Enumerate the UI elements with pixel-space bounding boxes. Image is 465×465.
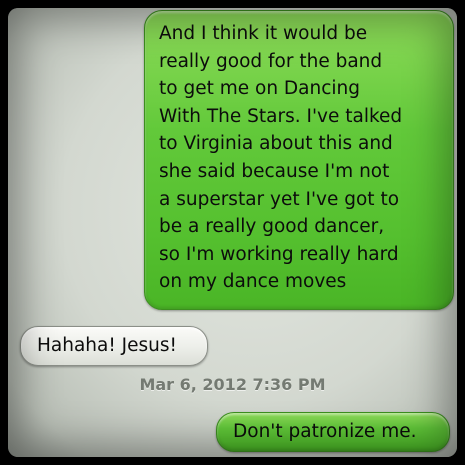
sent-message-bubble[interactable]: And I think it would be really good for … [144,10,454,310]
received-message-bubble[interactable]: Hahaha! Jesus! [20,326,208,366]
message-timestamp: Mar 6, 2012 7:36 PM [139,375,326,394]
sent-message-bubble[interactable]: Don't patronize me. [216,412,450,452]
conversation-view: And I think it would be really good for … [8,8,457,457]
